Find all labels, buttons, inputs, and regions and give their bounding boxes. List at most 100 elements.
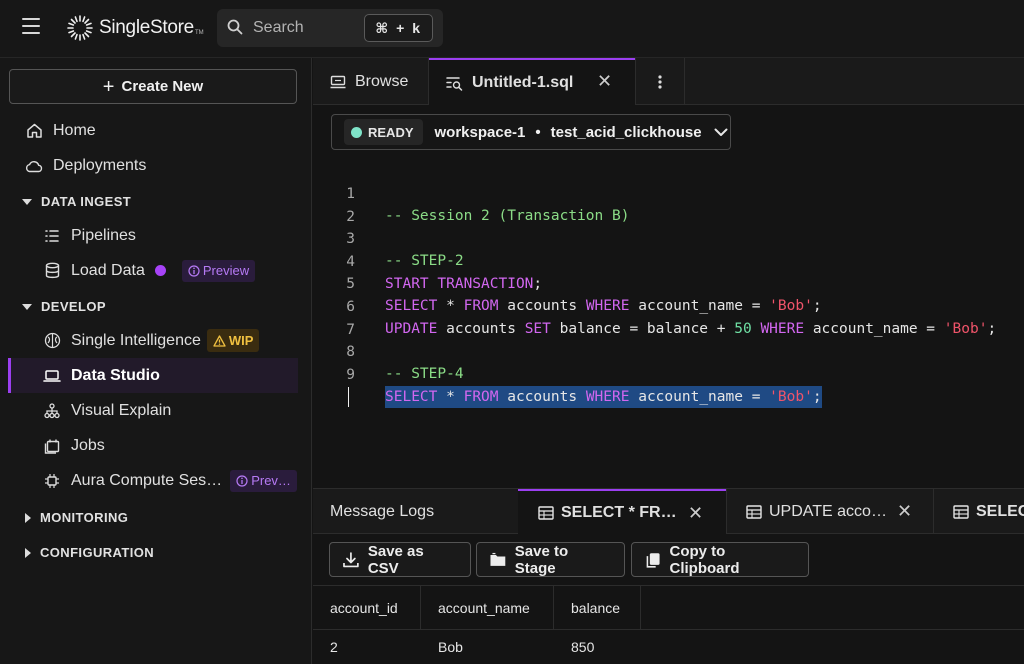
sidebar-item-label: Home [53,121,96,139]
code-line: 5 SELECT * FROM accounts WHERE account_n… [313,251,1024,314]
column-header[interactable]: balance [554,586,641,629]
save-to-stage-button[interactable]: Save to Stage [476,542,625,577]
column-header[interactable]: account_id [313,586,421,629]
button-label: Save to Stage [514,542,569,577]
button-label: Save as CSV [367,542,424,577]
cell-value: 2 [330,639,338,655]
logo-trademark: TM [194,29,204,36]
sql-editor[interactable]: 1 -- Session 2 (Transaction B) 2 3 -- ST… [313,160,1024,488]
top-bar: SingleStore TM Search ⌘ + k [0,0,1024,58]
section-data-ingest[interactable]: DATA INGEST [22,194,131,209]
cell-value: 850 [571,639,595,655]
status-dot [154,265,166,276]
pipelines-icon [43,227,61,245]
table-cell[interactable]: 2 [313,630,421,664]
sidebar-item-label: Visual Explain [71,401,172,419]
sidebar-item-single-intelligence[interactable]: Single Intelligence WIP [8,323,298,358]
tab-label: UPDATE acco… [769,502,887,520]
logo-text: SingleStore [99,17,194,38]
save-as-csv-button[interactable]: Save as CSV [329,542,471,577]
folder-icon [490,552,506,566]
tab-browse[interactable]: Browse [313,58,429,105]
tab-select-result[interactable]: SELECT * FR… ✕ [518,489,726,534]
sidebar-item-label: Pipelines [71,226,136,244]
preview-badge: Prev… [230,469,297,492]
results-tab-bar: Message Logs SELECT * FR… ✕ UPDATE acco…… [313,488,1024,534]
sql-file-icon [446,76,463,91]
laptop-icon [43,367,61,385]
table-icon [538,505,554,520]
code-string: 'Bob' [769,389,813,405]
code-line: 4 START TRANSACTION; [313,229,1024,292]
preview-badge-label: Prev… [251,473,291,488]
tab-message-logs[interactable]: Message Logs [313,489,518,534]
column-header[interactable]: account_name [421,586,554,629]
database-name: test_acid_clickhouse [550,123,702,141]
sidebar-item-visual-explain[interactable]: Visual Explain [8,393,298,428]
selection-highlight: SELECT * FROM accounts WHERE account_nam… [385,386,822,408]
sidebar-item-data-studio[interactable]: Data Studio [8,358,298,393]
line-number: 9 [346,367,355,383]
sidebar-item-jobs[interactable]: Jobs [8,428,298,463]
menu-icon[interactable] [22,18,40,34]
close-icon[interactable]: ✕ [897,501,912,522]
create-new-label: Create New [121,78,204,95]
code-line: 3 -- STEP-2 [313,206,1024,269]
more-options-button[interactable] [635,58,685,105]
column-header-label: balance [571,599,621,616]
code-keyword: SELECT [385,389,438,405]
code-line-selected: 9 SELECT * FROM accounts WHERE account_n… [313,342,1024,408]
column-header-label: account_id [330,599,398,616]
sidebar-item-home[interactable]: Home [8,113,298,148]
sidebar-item-label: Load Data [71,261,145,279]
workspace-name: workspace-1 [434,123,526,141]
sidebar-item-pipelines[interactable]: Pipelines [8,218,298,253]
sidebar-item-label: Jobs [71,436,105,454]
button-label: Copy to Clipboard [669,542,740,577]
tab-untitled-sql[interactable]: Untitled-1.sql ✕ [429,58,635,106]
chevron-down-icon [714,128,728,136]
code-line: 6 UPDATE accounts SET balance = balance … [313,274,1024,337]
section-label: CONFIGURATION [40,545,155,560]
brain-icon [43,332,61,350]
section-label: MONITORING [40,510,129,525]
code-identifier: accounts [498,389,586,405]
calendar-icon [43,437,61,455]
section-configuration[interactable]: CONFIGURATION [22,545,154,560]
wip-badge: WIP [206,329,260,352]
close-icon[interactable]: ✕ [688,503,703,524]
download-icon [343,551,359,567]
kebab-menu-icon [658,74,662,89]
table-cell[interactable]: Bob [421,630,554,664]
column-header-label: account_name [438,599,530,616]
results-toolbar: Save as CSV Save to Stage Copy to Clipbo… [313,534,1024,586]
code-text: * [437,389,464,405]
singlestore-logo-icon [67,15,93,41]
sidebar-item-label: Aura Compute Ses… [71,471,223,489]
section-monitoring[interactable]: MONITORING [22,510,128,525]
copy-to-clipboard-button[interactable]: Copy to Clipboard [631,542,809,577]
editor-tab-bar: Browse Untitled-1.sql ✕ [313,58,1024,106]
browse-icon [330,75,346,88]
search-input[interactable]: Search ⌘ + k [217,9,443,47]
close-icon[interactable]: ✕ [597,71,612,92]
code-line: 8 -- STEP-4 [313,319,1024,382]
hierarchy-icon [43,402,61,420]
code-line: 1 -- Session 2 (Transaction B) [313,161,1024,224]
tab-label: Message Logs [330,502,435,520]
logo[interactable]: SingleStore TM [66,14,204,42]
sidebar-item-deployments[interactable]: Deployments [8,148,298,183]
section-develop[interactable]: DEVELOP [22,299,106,314]
tab-select-result-2[interactable]: SELEC [933,489,1024,534]
tab-label: SELECT * FR… [561,503,677,521]
chevron-right-icon [25,512,31,523]
workspace-selector[interactable]: READY workspace-1 • test_acid_clickhouse [331,114,731,150]
create-new-button[interactable]: + Create New [9,69,297,104]
table-icon [953,504,969,519]
section-label: DATA INGEST [41,194,132,209]
sidebar-item-aura-compute[interactable]: Aura Compute Ses… Prev… [8,463,298,498]
table-cell[interactable]: 850 [554,630,641,664]
sidebar-item-load-data[interactable]: Load Data Preview [8,253,298,288]
tab-update-result[interactable]: UPDATE acco… ✕ [726,489,933,534]
code-keyword: WHERE [585,389,630,405]
